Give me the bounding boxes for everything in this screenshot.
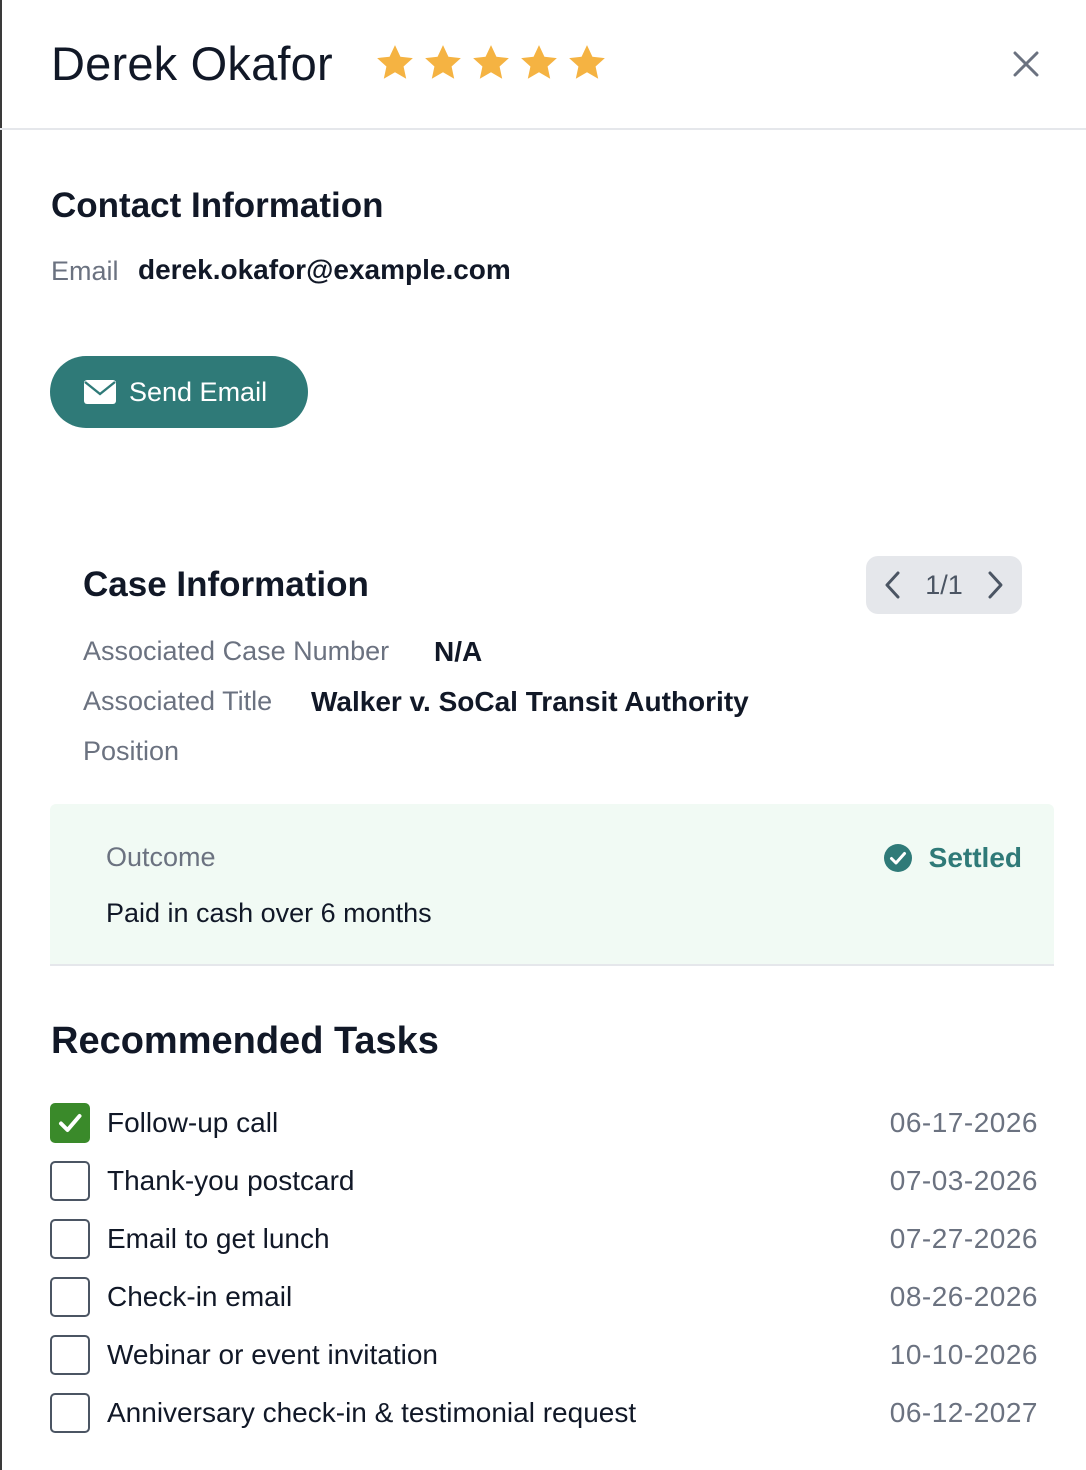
chevron-right-icon[interactable] [980, 568, 1010, 602]
case-number-value: N/A [434, 636, 483, 667]
contact-section-title: Contact Information [51, 186, 384, 225]
panel-header: Derek Okafor [0, 0, 1086, 130]
task-item: Webinar or event invitation 10-10-2026 [50, 1326, 1038, 1384]
task-date: 07-27-2026 [889, 1223, 1038, 1254]
status-text: Settled [928, 842, 1022, 873]
pager-count: 1/1 [925, 569, 963, 600]
star-rating [374, 42, 608, 84]
contact-name: Derek Okafor [51, 37, 333, 90]
associated-title-label: Associated Title [83, 686, 273, 716]
task-checkbox[interactable] [50, 1219, 90, 1259]
task-checkbox[interactable] [50, 1277, 90, 1317]
task-date: 06-12-2027 [889, 1397, 1038, 1428]
task-checkbox[interactable] [50, 1393, 90, 1433]
task-checkbox[interactable] [50, 1103, 90, 1143]
associated-title-value: Walker v. SoCal Transit Authority [311, 686, 749, 717]
task-label: Follow-up call [107, 1107, 279, 1138]
task-label: Thank-you postcard [107, 1165, 355, 1196]
status-badge: Settled [883, 842, 1022, 874]
task-item: Thank-you postcard 07-03-2026 [50, 1152, 1038, 1210]
panel-left-border [0, 0, 2, 1470]
task-checkbox[interactable] [50, 1161, 90, 1201]
star-icon [473, 45, 509, 79]
star-icon [377, 45, 413, 79]
star-icon [521, 45, 557, 79]
case-number-label: Associated Case Number [83, 636, 390, 666]
email-value: derek.okafor@example.com [138, 254, 511, 285]
email-label: Email [51, 256, 119, 286]
task-item: Email to get lunch 07-27-2026 [50, 1210, 1038, 1268]
send-email-button[interactable]: Send Email [50, 356, 308, 428]
case-section-title: Case Information [83, 565, 369, 604]
task-checkbox[interactable] [50, 1335, 90, 1375]
outcome-label: Outcome [106, 842, 216, 872]
mail-icon [84, 380, 116, 404]
task-item: Anniversary check-in & testimonial reque… [50, 1384, 1038, 1442]
chevron-left-icon[interactable] [878, 568, 908, 602]
case-pager: 1/1 [866, 556, 1022, 614]
task-item: Follow-up call 06-17-2026 [50, 1094, 1038, 1152]
task-date: 07-03-2026 [889, 1165, 1038, 1196]
position-label: Position [83, 736, 180, 766]
send-email-label: Send Email [129, 376, 268, 407]
task-date: 06-17-2026 [889, 1107, 1038, 1138]
task-list: Follow-up call 06-17-2026 Thank-you post… [50, 1094, 1038, 1442]
star-icon [425, 45, 461, 79]
tasks-section-title: Recommended Tasks [51, 1020, 439, 1062]
task-label: Check-in email [107, 1281, 293, 1312]
check-circle-icon [883, 844, 912, 872]
outcome-card: Outcome Settled Paid in cash over 6 mont… [50, 804, 1054, 966]
outcome-text: Paid in cash over 6 months [106, 898, 432, 928]
task-label: Anniversary check-in & testimonial reque… [107, 1397, 637, 1428]
task-date: 08-26-2026 [889, 1281, 1038, 1312]
star-icon [569, 45, 605, 79]
task-date: 10-10-2026 [889, 1339, 1038, 1370]
checkmark-icon [59, 1114, 82, 1132]
task-label: Webinar or event invitation [107, 1339, 438, 1370]
close-icon[interactable] [1006, 44, 1046, 84]
task-label: Email to get lunch [107, 1223, 330, 1254]
task-item: Check-in email 08-26-2026 [50, 1268, 1038, 1326]
